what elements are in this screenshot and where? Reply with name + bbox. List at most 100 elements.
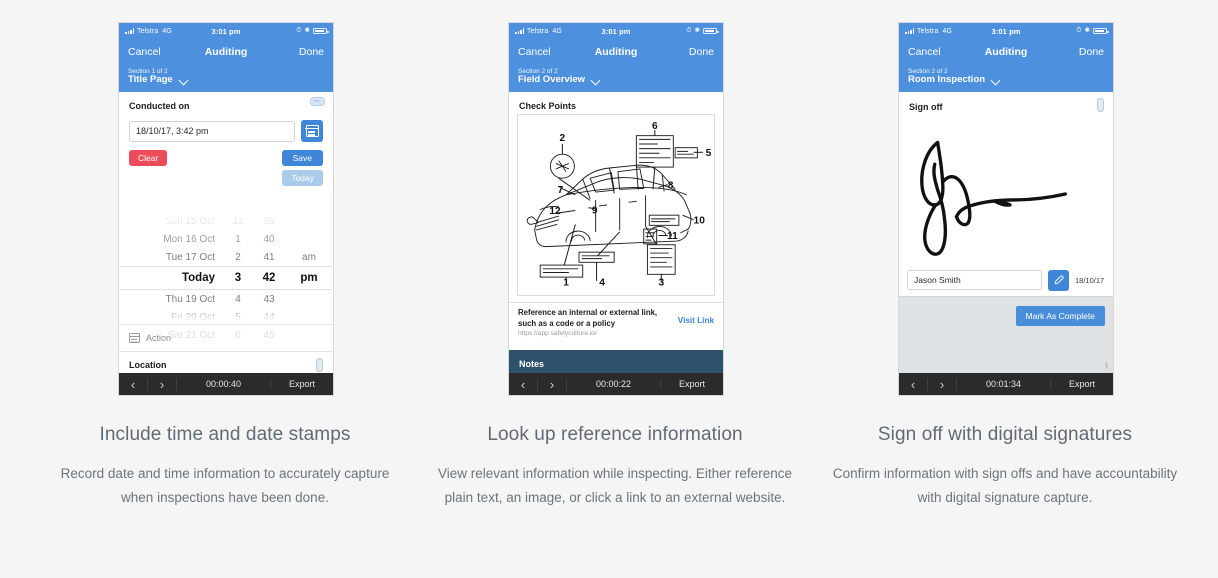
today-button[interactable]: Today (282, 170, 323, 187)
caption-title-2: Look up reference information (487, 424, 743, 445)
next-button[interactable]: › (928, 377, 957, 391)
callout-2: 2 (560, 134, 566, 145)
pen-icon (1054, 275, 1064, 285)
notes-label: Notes (519, 359, 545, 370)
attachment-icon[interactable] (316, 358, 323, 373)
export-button[interactable]: Export (660, 379, 723, 389)
conducted-on-label: Conducted on (129, 101, 190, 112)
feature-column-3: Telstra 4G 3:01 pm ⏱ ✺ Cancel Auditing D… (810, 0, 1200, 578)
caption-title-1: Include time and date stamps (99, 424, 351, 445)
signal-bars-icon (125, 28, 134, 34)
edit-signature-button[interactable] (1048, 269, 1069, 291)
chevron-down-icon[interactable] (592, 76, 601, 85)
picker-row[interactable]: Mon 16 Oct 1 40 (120, 230, 332, 248)
callout-5: 5 (706, 148, 712, 159)
bluetooth-icon: ✺ (1084, 26, 1090, 34)
signer-name-input[interactable]: Jason Smith (907, 270, 1042, 291)
battery-icon (1093, 27, 1109, 35)
previous-button[interactable]: ‹ (119, 377, 148, 391)
picker-date: Sun 15 Oct (164, 215, 215, 227)
previous-button[interactable]: ‹ (899, 377, 928, 391)
section-selector[interactable]: Section 2 of 2 Room Inspection (899, 65, 1113, 93)
attachment-icon[interactable] (1097, 98, 1104, 113)
done-button[interactable]: Done (299, 46, 324, 58)
picker-hour: 2 (235, 251, 241, 263)
section-selector[interactable]: Section 2 of 2 Field Overview (509, 65, 723, 93)
picker-row[interactable]: Thu 19 Oct 4 43 (120, 290, 332, 308)
vehicle-label-diagram[interactable]: 6 5 2 7 9 8 10 11 12 1 4 3 (517, 114, 715, 297)
picker-minute: 42 (262, 272, 276, 285)
cancel-button[interactable]: Cancel (518, 46, 551, 58)
nav-bar: Cancel Auditing Done (509, 39, 723, 65)
next-button[interactable]: › (538, 377, 567, 391)
callout-9: 9 (592, 206, 598, 217)
mark-as-complete-button[interactable]: Mark As Complete (1015, 306, 1105, 327)
phone-mockup-2: Telstra 4G 3:01 pm ⏱ ✺ Cancel Auditing D… (508, 22, 724, 396)
action-label: Action (146, 333, 172, 344)
clear-button[interactable]: Clear (129, 150, 168, 167)
status-bar: Telstra 4G 3:01 pm ⏱ ✺ (899, 23, 1113, 39)
chevron-down-icon[interactable] (992, 76, 1001, 85)
calendar-button[interactable] (301, 120, 323, 143)
notes-header: Notes (509, 350, 723, 373)
nav-bar: Cancel Auditing Done (119, 39, 333, 65)
timer-label: 00:00:22 (595, 379, 632, 389)
date-input[interactable]: 18/10/17, 3:42 pm (129, 120, 295, 142)
signal-bars-icon (515, 28, 524, 34)
field-options-icon[interactable] (310, 97, 325, 107)
alarm-icon: ⏱ (1076, 26, 1082, 34)
action-icon (128, 333, 141, 344)
callout-11: 11 (667, 232, 678, 243)
picker-date: Mon 16 Oct (163, 233, 215, 245)
done-button[interactable]: Done (1079, 46, 1104, 58)
next-button[interactable]: › (148, 377, 177, 391)
section-selector[interactable]: Section 1 of 2 Title Page (119, 65, 333, 93)
carrier-label: Telstra (137, 27, 159, 35)
network-label: 4G (942, 27, 952, 35)
cancel-button[interactable]: Cancel (908, 46, 941, 58)
picker-row[interactable]: Tue 17 Oct 2 41 am (120, 248, 332, 266)
screen-content-2: Check Points 6 5 2 7 9 8 10 11 12 1 4 3 … (509, 92, 723, 373)
chevron-down-icon[interactable] (180, 76, 189, 85)
calendar-icon (305, 125, 319, 138)
picker-date: Thu 19 Oct (165, 293, 215, 305)
datetime-picker[interactable]: Sun 15 Oct 12 39 Mon 16 Oct 1 40 Tue 17 … (120, 212, 332, 341)
action-row[interactable]: Action (119, 324, 333, 351)
sign-off-label: Sign off (909, 102, 943, 113)
alarm-icon: ⏱ (296, 26, 302, 34)
section-counter: Section 2 of 2 (908, 68, 948, 75)
export-button[interactable]: Export (270, 379, 333, 389)
status-bar: Telstra 4G 3:01 pm ⏱ ✺ (119, 23, 333, 39)
scrollbar-indicator[interactable] (1105, 362, 1108, 369)
picker-hour: 3 (234, 272, 242, 285)
save-button[interactable]: Save (281, 150, 323, 167)
signal-bars-icon (905, 28, 914, 34)
feature-column-2: Telstra 4G 3:01 pm ⏱ ✺ Cancel Auditing D… (420, 0, 810, 578)
picker-minute: 40 (263, 233, 275, 245)
location-row[interactable]: Location (119, 351, 333, 373)
picker-minute: 43 (263, 293, 275, 305)
reference-block: Reference an internal or external link, … (509, 302, 723, 343)
picker-minute: 39 (263, 215, 275, 227)
feature-column-1: Telstra 4G 3:01 pm ⏱ ✺ Cancel Auditing D… (30, 0, 420, 578)
caption-body-2: View relevant information while inspecti… (438, 466, 792, 505)
signature-canvas[interactable] (907, 118, 1105, 263)
callout-7: 7 (558, 185, 564, 196)
callout-10: 10 (694, 216, 706, 227)
bluetooth-icon: ✺ (694, 26, 700, 34)
previous-button[interactable]: ‹ (509, 377, 538, 391)
visit-link-button[interactable]: Visit Link (678, 316, 714, 325)
carrier-label: Telstra (917, 27, 939, 35)
picker-row-selected[interactable]: Today 3 42 pm (120, 266, 332, 291)
section-counter: Section 2 of 2 (518, 68, 558, 75)
picker-meridiem: am (302, 251, 316, 263)
cancel-button[interactable]: Cancel (128, 46, 161, 58)
done-button[interactable]: Done (689, 46, 714, 58)
phone-mockup-3: Telstra 4G 3:01 pm ⏱ ✺ Cancel Auditing D… (898, 22, 1114, 396)
picker-date: Today (181, 272, 215, 285)
bottom-toolbar-3: ‹ › 00:01:34 Export (899, 373, 1113, 395)
picker-row[interactable]: Sun 15 Oct 12 39 (120, 212, 332, 230)
picker-date: Tue 17 Oct (165, 251, 215, 263)
carrier-label: Telstra (527, 27, 549, 35)
export-button[interactable]: Export (1050, 379, 1113, 389)
